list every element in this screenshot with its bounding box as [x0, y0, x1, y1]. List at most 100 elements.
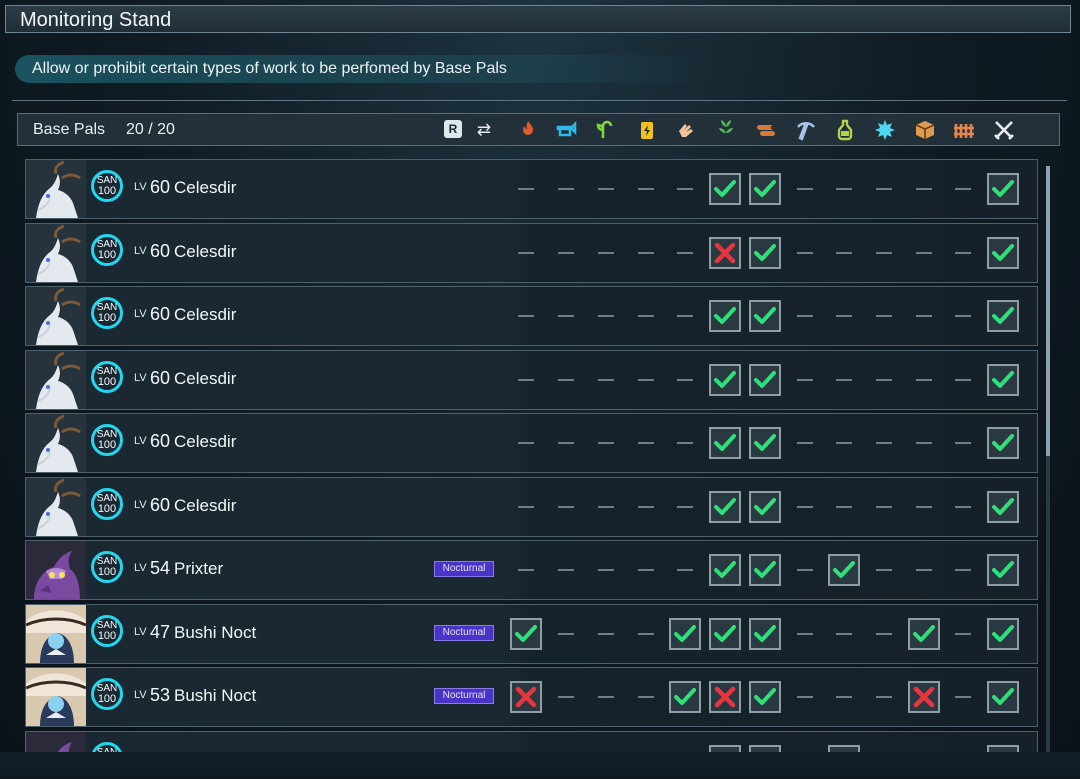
combat-toggle[interactable]	[987, 554, 1019, 586]
pal-row[interactable]: SAN 100 LV 60 Celesdir	[25, 349, 1038, 410]
kindling-toggle	[510, 554, 542, 586]
handiwork-toggle	[669, 745, 701, 753]
watering-toggle	[550, 237, 582, 269]
combat-toggle[interactable]	[987, 744, 1019, 752]
combat-toggle[interactable]	[987, 490, 1019, 523]
cooling-toggle	[868, 173, 900, 205]
watering-toggle	[550, 364, 582, 396]
bottom-strip	[0, 752, 1080, 779]
lumbering-toggle[interactable]	[749, 681, 781, 713]
mining-icon	[794, 118, 818, 142]
kindling-toggle[interactable]	[510, 681, 542, 713]
medicine-toggle	[828, 173, 860, 205]
r-key-hint: R	[444, 120, 462, 138]
lumbering-toggle[interactable]	[749, 554, 781, 586]
kindling-icon	[516, 118, 540, 142]
scrollbar[interactable]	[1046, 166, 1050, 752]
planting-toggle	[590, 427, 622, 459]
gathering-toggle[interactable]	[709, 300, 741, 332]
kindling-toggle[interactable]	[510, 617, 542, 650]
pal-row[interactable]: SAN 100 LV 60 Celesdir	[25, 159, 1038, 219]
electricity-icon	[635, 118, 659, 142]
sanity-badge: SAN100	[91, 551, 123, 583]
level-label: LV	[134, 689, 147, 701]
lumbering-toggle[interactable]	[749, 490, 781, 523]
handiwork-toggle	[669, 491, 701, 523]
lumbering-toggle[interactable]	[749, 236, 781, 269]
combat-toggle[interactable]	[987, 617, 1019, 650]
medicine-toggle[interactable]	[828, 744, 860, 752]
electricity-toggle	[630, 364, 662, 396]
scrollbar-thumb[interactable]	[1046, 166, 1050, 456]
sanity-label: SAN	[96, 365, 118, 377]
medicine-toggle	[828, 237, 860, 269]
watering-toggle	[550, 173, 582, 205]
lumbering-toggle[interactable]	[749, 300, 781, 332]
swap-arrows-icon[interactable]: ⇄	[473, 119, 495, 141]
pal-portrait	[26, 287, 86, 345]
handiwork-toggle	[669, 554, 701, 586]
medicine-toggle[interactable]	[828, 554, 860, 586]
watering-icon	[555, 118, 579, 142]
level-value: 60	[150, 304, 171, 324]
combat-toggle[interactable]	[987, 236, 1019, 269]
pal-row[interactable]: SAN 100 LV 53 Bushi Noct Nocturnal	[25, 667, 1038, 727]
level-value: 54	[150, 558, 171, 578]
sanity-badge: SAN100	[91, 424, 123, 456]
transporting-toggle[interactable]	[908, 617, 940, 650]
pal-row[interactable]: SAN 100 LV 54 Prixter Nocturnal	[25, 540, 1038, 600]
combat-toggle[interactable]	[987, 300, 1019, 332]
sanity-value: 100	[97, 629, 117, 642]
gathering-toggle[interactable]	[709, 744, 741, 752]
transporting-toggle[interactable]	[908, 681, 940, 713]
lumbering-toggle[interactable]	[749, 617, 781, 650]
pal-row[interactable]: SAN100Nocturnal	[25, 730, 1038, 753]
combat-toggle[interactable]	[987, 363, 1019, 396]
cooling-toggle	[868, 364, 900, 396]
pal-row[interactable]: SAN 100 LV 47 Bushi Noct Nocturnal	[25, 603, 1038, 664]
cooling-toggle	[868, 554, 900, 586]
cooling-toggle	[868, 618, 900, 650]
watering-toggle	[550, 427, 582, 459]
combat-toggle[interactable]	[987, 681, 1019, 713]
sanity-value: 100	[97, 566, 117, 578]
pal-portrait	[26, 223, 86, 282]
lumbering-toggle[interactable]	[749, 744, 781, 752]
handiwork-toggle[interactable]	[669, 617, 701, 650]
gathering-toggle[interactable]	[709, 363, 741, 396]
pal-portrait	[26, 668, 86, 726]
lumbering-toggle[interactable]	[749, 363, 781, 396]
electricity-toggle	[630, 173, 662, 205]
gathering-toggle[interactable]	[709, 236, 741, 269]
combat-toggle[interactable]	[987, 427, 1019, 459]
planting-toggle	[590, 681, 622, 713]
mining-toggle	[789, 491, 821, 523]
kindling-toggle	[510, 237, 542, 269]
mining-toggle	[789, 427, 821, 459]
level-value: 53	[150, 685, 171, 705]
gathering-toggle[interactable]	[709, 681, 741, 713]
pal-row[interactable]: SAN 100 LV 60 Celesdir	[25, 413, 1038, 473]
divider	[12, 100, 1067, 101]
handiwork-toggle[interactable]	[669, 681, 701, 713]
lumbering-toggle[interactable]	[749, 173, 781, 205]
pal-row[interactable]: SAN 100 LV 60 Celesdir	[25, 286, 1038, 346]
sanity-value: 100	[97, 375, 117, 388]
pal-name: Celesdir	[174, 495, 237, 515]
kindling-toggle	[510, 300, 542, 332]
planting-toggle	[590, 745, 622, 753]
pal-list: SAN 100 LV 60 Celesdir SAN 100 LV 60 Celesdir SAN 1…	[25, 158, 1038, 752]
level-label: LV	[134, 371, 147, 384]
gathering-toggle[interactable]	[709, 490, 741, 523]
lumbering-toggle[interactable]	[749, 427, 781, 459]
pal-row[interactable]: SAN 100 LV 60 Celesdir	[25, 222, 1038, 283]
gathering-toggle[interactable]	[709, 427, 741, 459]
combat-toggle[interactable]	[987, 173, 1019, 205]
pal-row[interactable]: SAN 100 LV 60 Celesdir	[25, 476, 1038, 537]
planting-toggle	[590, 364, 622, 396]
gathering-toggle[interactable]	[709, 554, 741, 586]
farming-toggle	[947, 491, 979, 523]
gathering-toggle[interactable]	[709, 617, 741, 650]
medicine-toggle	[828, 364, 860, 396]
gathering-toggle[interactable]	[709, 173, 741, 205]
